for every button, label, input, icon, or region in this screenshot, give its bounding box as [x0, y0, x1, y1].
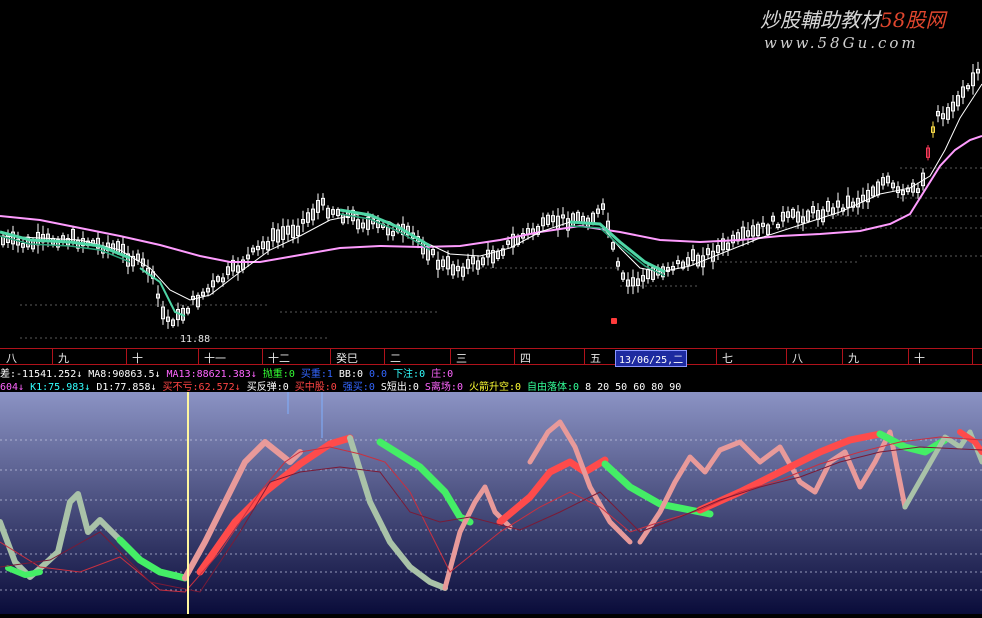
readout-item: 强买:0 — [342, 382, 375, 392]
ma-long-line — [0, 135, 982, 263]
axis-label: 十 — [132, 352, 143, 365]
readout-item: 差:-11541.252↓ — [0, 369, 83, 379]
readout-item: S短出:0 — [380, 382, 419, 392]
readout-item: 庄:0 — [431, 369, 454, 379]
readout-item: 下注:0 — [393, 369, 426, 379]
axis-label: 十 — [914, 352, 925, 365]
readout-item: S离场:0 — [424, 382, 463, 392]
axis-tick — [908, 349, 909, 364]
candlestick-chart[interactable] — [0, 0, 982, 348]
red-signal-marker-icon — [611, 318, 617, 324]
axis-label: 三 — [456, 352, 467, 365]
oscillator-chart[interactable] — [0, 392, 982, 614]
watermark-title-accent: 58股网 — [880, 8, 946, 32]
readout-item: 90 — [669, 382, 682, 392]
axis-tick — [198, 349, 199, 364]
readout-item: 50 — [615, 382, 628, 392]
readout-item: 自由落体:0 — [527, 382, 580, 392]
axis-tick — [786, 349, 787, 364]
oscillator-panel[interactable] — [0, 392, 982, 614]
axis-tick — [514, 349, 515, 364]
indicator-readout-line-2: 604↓ K1:75.983↓ D1:77.858↓ 买不亏:62.572↓ 买反弹:0… — [0, 378, 982, 392]
readout-item: 火箭升空:0 — [468, 382, 522, 392]
axis-tick — [716, 349, 717, 364]
axis-tick — [126, 349, 127, 364]
watermark-title: 炒股輔助教材58股网 — [760, 4, 945, 33]
axis-tick — [972, 349, 973, 364]
axis-tick — [52, 349, 53, 364]
axis-label: 四 — [520, 352, 531, 365]
price-low-label: 11.88 — [180, 334, 211, 345]
indicator-readout-line-1: 差:-11541.252↓ MA8:90863.5↓ MA13:88621.383↓… — [0, 365, 982, 379]
axis-tick — [842, 349, 843, 364]
axis-label: 十一 — [204, 352, 226, 365]
axis-label: 五 — [590, 352, 601, 365]
axis-label: 八 — [6, 352, 17, 365]
axis-tick — [450, 349, 451, 364]
axis-tick — [584, 349, 585, 364]
time-axis: 八 九 十 十一 十二 癸巳 二 三 四 五 13/06/25,二 七 八 九 … — [0, 348, 982, 367]
readout-item: 买中股:0 — [294, 382, 337, 392]
readout-item: 抛重:0 — [262, 369, 295, 379]
axis-label: 十二 — [268, 352, 290, 365]
readout-item: 买不亏:62.572↓ — [162, 382, 241, 392]
readout-item: 8 — [585, 382, 592, 392]
axis-label: 二 — [390, 352, 401, 365]
axis-label: 八 — [792, 352, 803, 365]
axis-tick — [262, 349, 263, 364]
watermark-title-main: 炒股輔助教材 — [760, 8, 880, 32]
readout-item: 80 — [651, 382, 664, 392]
readout-item: 20 — [597, 382, 610, 392]
price-chart-panel[interactable]: 炒股輔助教材58股网 www.58Gu.com 11.88 — [0, 0, 982, 348]
axis-label: 七 — [722, 352, 733, 365]
watermark-url: www.58Gu.com — [764, 34, 919, 52]
axis-label: 九 — [58, 352, 69, 365]
readout-item: K1:75.983↓ — [30, 382, 91, 392]
readout-item: 买反弹:0 — [246, 382, 289, 392]
readout-item: 买重:1 — [300, 369, 333, 379]
axis-label: 九 — [848, 352, 859, 365]
readout-item: D1:77.858↓ — [96, 382, 157, 392]
axis-tick — [330, 349, 331, 364]
axis-label: 癸巳 — [336, 352, 358, 365]
readout-item: 604↓ — [0, 382, 25, 392]
readout-item: 60 — [633, 382, 646, 392]
axis-tick — [384, 349, 385, 364]
